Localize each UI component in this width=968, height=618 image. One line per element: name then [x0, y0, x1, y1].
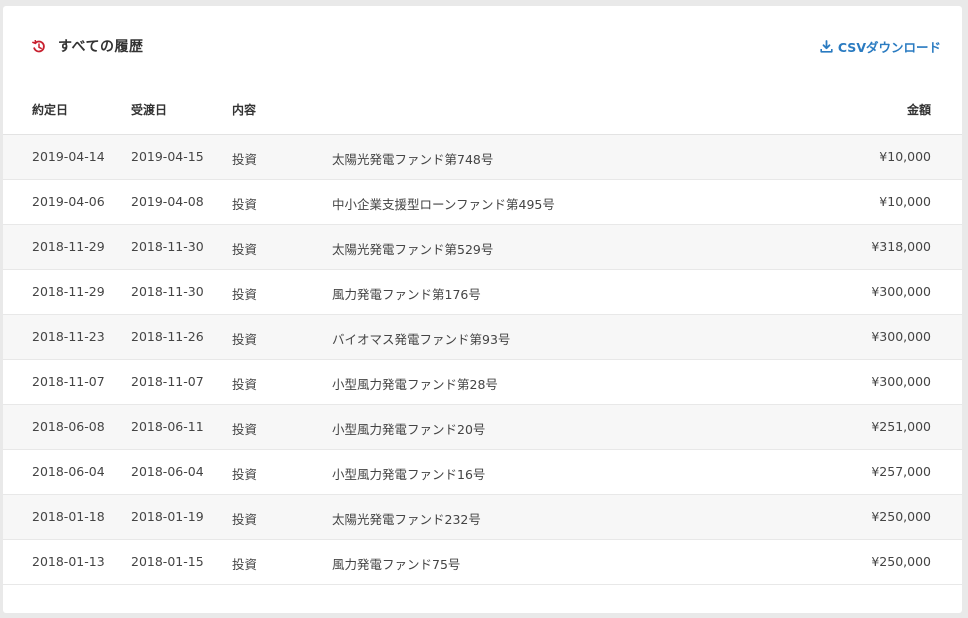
card-header: すべての履歴 CSVダウンロード	[3, 6, 962, 86]
delivery-date-cell: 2019-04-15	[131, 149, 204, 164]
contract-date-cell: 2018-11-07	[32, 374, 105, 389]
contract-date-cell: 2018-01-13	[32, 554, 105, 569]
type-cell: 投資	[232, 377, 258, 392]
delivery-date-cell: 2018-06-04	[131, 464, 204, 479]
history-table: 約定日 受渡日 内容 金額 2019-04-14 2019-04-15 投資 太陽光発…	[3, 86, 962, 585]
fund-name-cell: 小型風力発電ファンド第28号	[332, 377, 498, 392]
column-header-contract-date: 約定日	[32, 103, 69, 117]
type-cell: 投資	[232, 557, 258, 572]
delivery-date-cell: 2019-04-08	[131, 194, 204, 209]
table-row[interactable]: 2018-11-23 2018-11-26 投資 バイオマス発電ファンド第93号 ¥30…	[3, 315, 962, 360]
column-header-delivery-date: 受渡日	[131, 103, 168, 117]
csv-download-button[interactable]: CSVダウンロード	[820, 37, 941, 56]
amount-cell: ¥10,000	[879, 194, 931, 209]
amount-cell: ¥300,000	[871, 284, 931, 299]
contract-date-cell: 2019-04-06	[32, 194, 105, 209]
page-title: すべての履歴	[58, 39, 144, 55]
delivery-date-cell: 2018-11-30	[131, 284, 204, 299]
contract-date-cell: 2018-06-04	[32, 464, 105, 479]
table-row[interactable]: 2018-11-07 2018-11-07 投資 小型風力発電ファンド第28号 ¥300…	[3, 360, 962, 405]
amount-cell: ¥251,000	[871, 419, 931, 434]
fund-name-cell: 太陽光発電ファンド232号	[332, 512, 481, 527]
amount-cell: ¥300,000	[871, 374, 931, 389]
type-cell: 投資	[232, 467, 258, 482]
type-cell: 投資	[232, 242, 258, 257]
amount-cell: ¥10,000	[879, 149, 931, 164]
fund-name-cell: 風力発電ファンド第176号	[332, 287, 481, 302]
contract-date-cell: 2018-01-18	[32, 509, 105, 524]
amount-cell: ¥250,000	[871, 554, 931, 569]
type-cell: 投資	[232, 422, 258, 437]
amount-cell: ¥318,000	[871, 239, 931, 254]
type-cell: 投資	[232, 512, 258, 527]
amount-cell: ¥250,000	[871, 509, 931, 524]
type-cell: 投資	[232, 152, 258, 167]
table-row[interactable]: 2019-04-06 2019-04-08 投資 中小企業支援型ローンファンド第495…	[3, 180, 962, 225]
page-title-group: すべての履歴	[32, 36, 143, 56]
csv-download-label: CSVダウンロード	[837, 40, 941, 55]
history-icon	[32, 39, 46, 53]
column-header-type: 内容	[232, 103, 257, 117]
table-row[interactable]: 2018-01-18 2018-01-19 投資 太陽光発電ファンド232号 ¥250,…	[3, 495, 962, 540]
delivery-date-cell: 2018-01-19	[131, 509, 204, 524]
delivery-date-cell: 2018-11-26	[131, 329, 204, 344]
contract-date-cell: 2018-11-29	[32, 239, 105, 254]
table-row[interactable]: 2018-11-29 2018-11-30 投資 太陽光発電ファンド第529号 ¥318…	[3, 225, 962, 270]
type-cell: 投資	[232, 332, 258, 347]
table-row[interactable]: 2018-06-08 2018-06-11 投資 小型風力発電ファンド20号 ¥251,…	[3, 405, 962, 450]
delivery-date-cell: 2018-06-11	[131, 419, 204, 434]
table-row[interactable]: 2018-01-13 2018-01-15 投資 風力発電ファンド75号 ¥250,00…	[3, 540, 962, 585]
contract-date-cell: 2018-06-08	[32, 419, 105, 434]
fund-name-cell: バイオマス発電ファンド第93号	[332, 332, 511, 347]
delivery-date-cell: 2018-11-30	[131, 239, 204, 254]
type-cell: 投資	[232, 197, 258, 212]
fund-name-cell: 小型風力発電ファンド16号	[332, 467, 486, 482]
contract-date-cell: 2019-04-14	[32, 149, 105, 164]
contract-date-cell: 2018-11-29	[32, 284, 105, 299]
contract-date-cell: 2018-11-23	[32, 329, 105, 344]
table-row[interactable]: 2019-04-14 2019-04-15 投資 太陽光発電ファンド第748号 ¥10,…	[3, 135, 962, 180]
table-header: 約定日 受渡日 内容 金額	[3, 86, 962, 135]
fund-name-cell: 風力発電ファンド75号	[332, 557, 461, 572]
column-header-amount: 金額	[906, 103, 931, 117]
fund-name-cell: 小型風力発電ファンド20号	[332, 422, 486, 437]
amount-cell: ¥300,000	[871, 329, 931, 344]
fund-name-cell: 中小企業支援型ローンファンド第495号	[332, 197, 555, 212]
delivery-date-cell: 2018-11-07	[131, 374, 204, 389]
download-icon	[820, 40, 833, 53]
table-row[interactable]: 2018-06-04 2018-06-04 投資 小型風力発電ファンド16号 ¥257,…	[3, 450, 962, 495]
delivery-date-cell: 2018-01-15	[131, 554, 204, 569]
fund-name-cell: 太陽光発電ファンド第748号	[332, 152, 494, 167]
type-cell: 投資	[232, 287, 258, 302]
history-card: すべての履歴 CSVダウンロード 約定日 受渡日 内容 金額 2019-04-1…	[3, 6, 962, 613]
table-row[interactable]: 2018-11-29 2018-11-30 投資 風力発電ファンド第176号 ¥300,…	[3, 270, 962, 315]
table-body: 2019-04-14 2019-04-15 投資 太陽光発電ファンド第748号 ¥10,…	[3, 135, 962, 585]
amount-cell: ¥257,000	[871, 464, 931, 479]
fund-name-cell: 太陽光発電ファンド第529号	[332, 242, 494, 257]
